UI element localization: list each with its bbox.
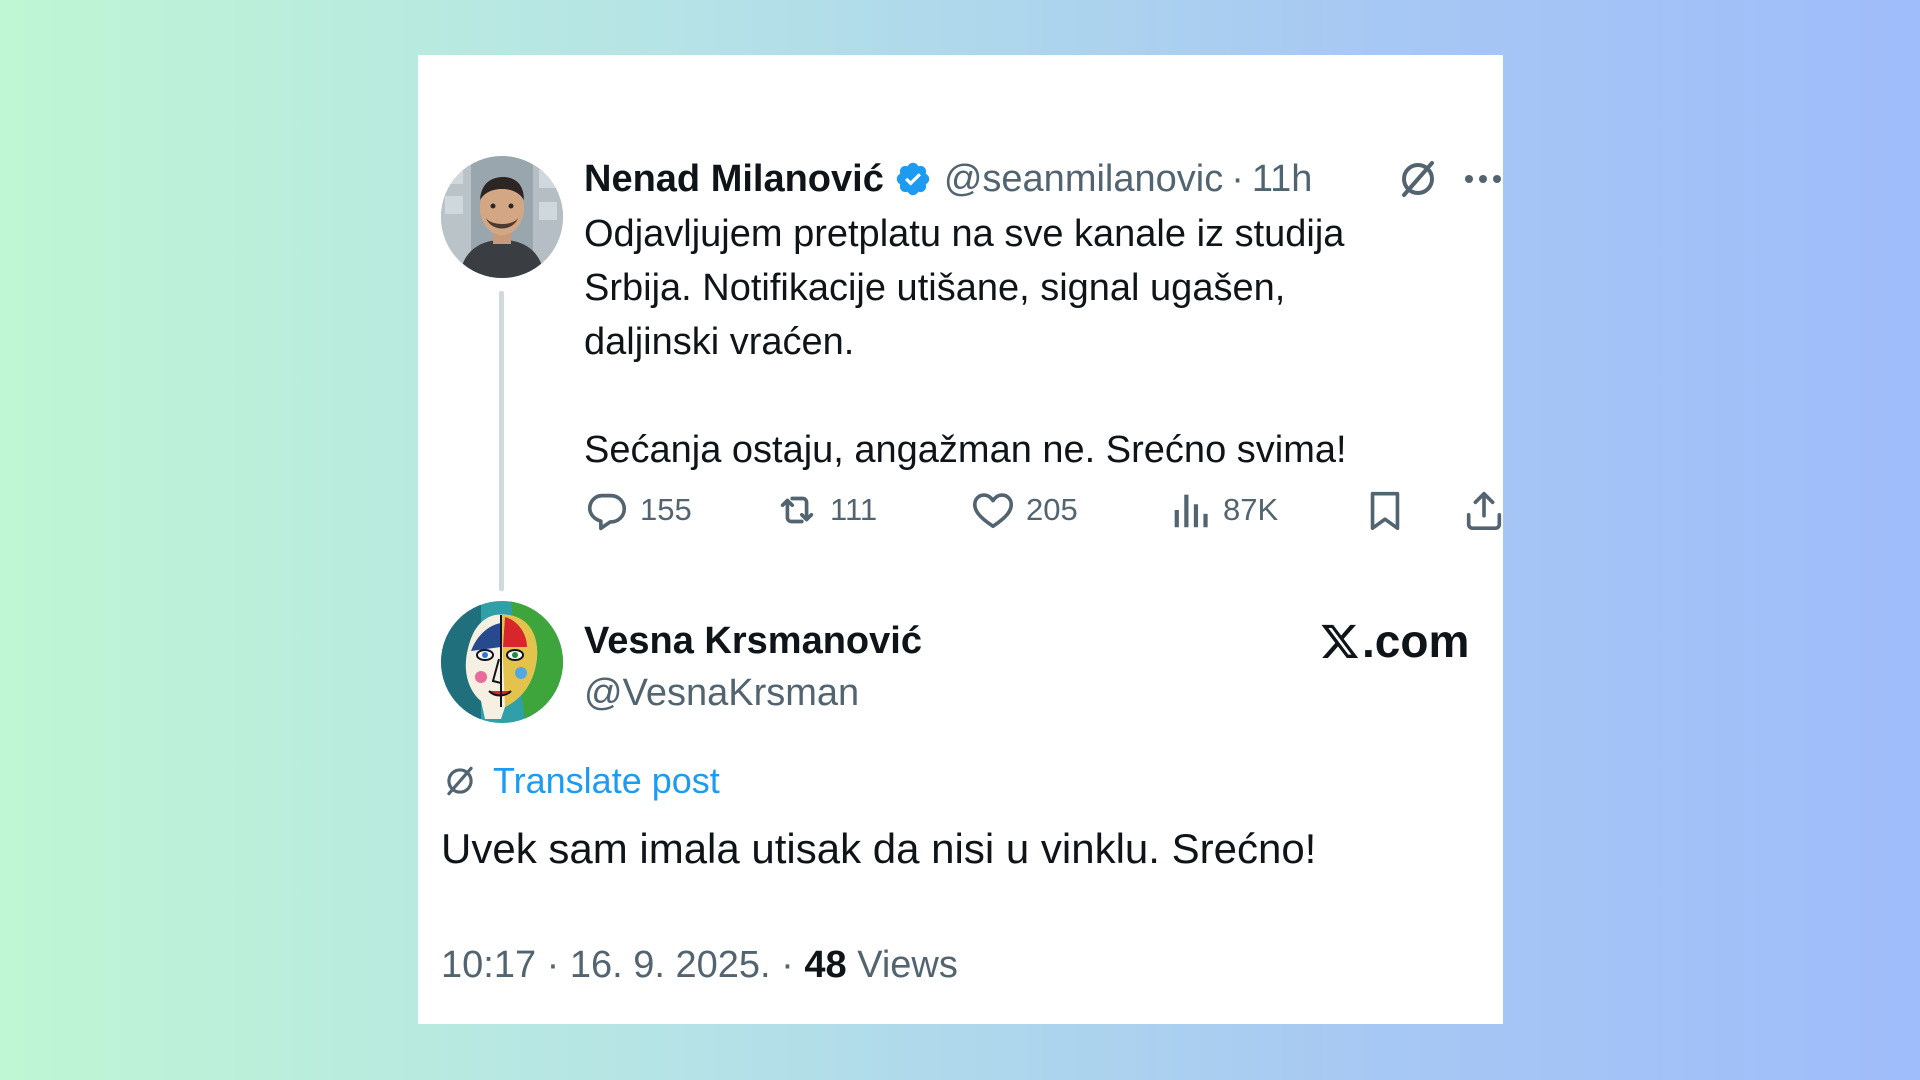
reply-views-count: 48 — [804, 944, 847, 986]
author-handle[interactable]: @seanmilanovic — [944, 158, 1223, 201]
separator: · — [1231, 157, 1244, 200]
reply-author-handle[interactable]: @VesnaKrsman — [584, 667, 922, 719]
bookmark-button[interactable] — [1362, 485, 1408, 535]
reply-icon — [587, 493, 627, 531]
repost-icon — [780, 496, 814, 524]
share-icon — [1466, 491, 1502, 531]
reply-views-label: Views — [846, 944, 958, 986]
original-post[interactable]: Nenad Milanović @seanmilanovic · 11h Odj… — [584, 151, 1484, 477]
x-logo-icon — [1321, 624, 1359, 658]
author-name[interactable]: Nenad Milanović — [584, 158, 884, 201]
post-time[interactable]: 11h — [1252, 158, 1313, 201]
verified-badge-icon — [894, 160, 932, 198]
avatar[interactable] — [441, 601, 563, 723]
like-count: 205 — [1026, 492, 1078, 527]
reply-text: Uvek sam imala utisak da nisi u vinklu. … — [441, 825, 1317, 872]
reply-meta: 10:17 · 16. 9. 2025. · 48 Views — [441, 938, 958, 992]
reply-author-name[interactable]: Vesna Krsmanović — [584, 615, 922, 667]
repost-count: 111 — [830, 492, 878, 527]
post-text-line: daljinski vraćen. — [584, 321, 855, 363]
share-button[interactable] — [1461, 485, 1503, 535]
bookmark-icon — [1370, 491, 1400, 531]
post-action-bar: 155 111 205 87K — [584, 485, 1502, 535]
thread-connector-line — [499, 291, 504, 591]
more-icon[interactable] — [1463, 172, 1503, 186]
views-icon — [1174, 494, 1208, 528]
translate-label: Translate post — [493, 760, 720, 801]
brand-domain: .com — [1362, 615, 1470, 667]
post-header: Nenad Milanović @seanmilanovic · 11h — [584, 151, 1484, 207]
like-button[interactable]: 205 — [970, 485, 1078, 535]
translate-post-link[interactable]: Translate post — [441, 755, 720, 807]
post-text-line: Odjavljujem pretplatu na sve kanale iz s… — [584, 213, 1345, 255]
views-button[interactable]: 87K — [1167, 485, 1278, 535]
post-text-line: Srbija. Notifikacije utišane, signal uga… — [584, 267, 1286, 309]
reply-button[interactable]: 155 — [584, 485, 692, 535]
avatar-photo-icon — [441, 156, 563, 278]
like-icon — [972, 493, 1014, 529]
post-text: Odjavljujem pretplatu na sve kanale iz s… — [584, 207, 1484, 477]
repost-button[interactable]: 111 — [774, 485, 877, 535]
avatar-artwork-icon — [441, 601, 563, 723]
avatar[interactable] — [441, 156, 563, 278]
reply-timestamp[interactable]: 10:17 · 16. 9. 2025. · — [441, 944, 804, 986]
post-text-line: Sećanja ostaju, angažman ne. Srećno svim… — [584, 429, 1347, 471]
translate-icon[interactable] — [1394, 155, 1442, 203]
reply-header: Vesna Krsmanović @VesnaKrsman — [584, 615, 922, 719]
x-com-brand: .com — [1320, 611, 1469, 671]
tweet-screenshot-card: Nenad Milanović @seanmilanovic · 11h Odj… — [418, 55, 1503, 1024]
translate-icon — [447, 766, 473, 796]
reply-count: 155 — [640, 492, 692, 527]
views-count: 87K — [1223, 492, 1279, 527]
